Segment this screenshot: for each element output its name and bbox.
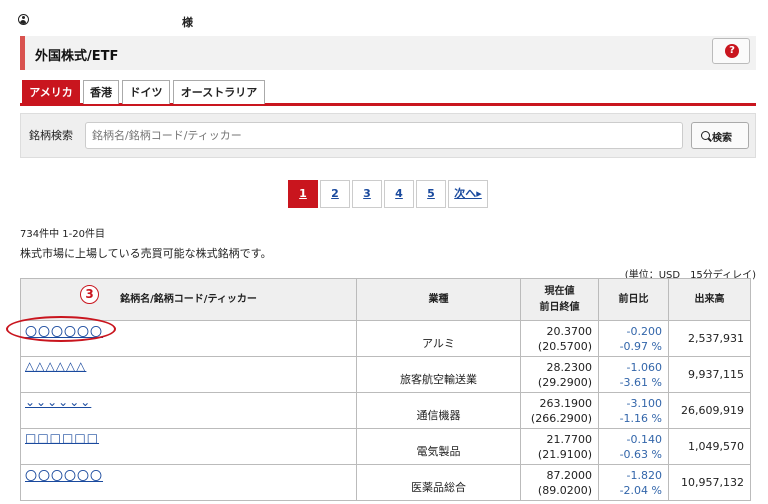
current-price: 87.2000 <box>546 468 593 482</box>
industry-cell: 通信機器 <box>356 392 521 429</box>
change-value: -0.200 <box>626 324 662 338</box>
header-price-current: 現在値 <box>544 285 575 297</box>
stock-link[interactable]: ⌄⌄⌄⌄⌄⌄ <box>25 395 91 409</box>
tab-hongkong[interactable]: 香港 <box>83 80 119 104</box>
stock-name-cell: 〇〇〇〇〇〇 <box>20 464 357 501</box>
result-count: 734件中 1-20件目 <box>20 229 105 240</box>
volume-cell: 10,957,132 <box>668 464 751 501</box>
stock-name-cell: ⌄⌄⌄⌄⌄⌄ <box>20 392 357 429</box>
market-tabs: アメリカ 香港 ドイツ オーストラリア <box>20 80 756 106</box>
table-row: △△△△△△ 旅客航空輸送業 28.2300 (29.2900) -1.060 -3… <box>20 356 751 393</box>
annotation-marker: 3 <box>80 285 99 304</box>
table-header-row: 銘柄名/銘柄コード/ティッカー 業種 現在値 前日終値 前日比 出来高 <box>20 278 751 321</box>
page-2-button[interactable]: 2 <box>320 180 350 208</box>
change-cell: -1.060 -3.61 % <box>598 356 669 393</box>
price-cell: 263.1900 (266.2900) <box>520 392 599 429</box>
header-change: 前日比 <box>598 278 669 321</box>
search-button[interactable]: 検索 <box>691 122 749 149</box>
header-price-prev: 前日終値 <box>539 301 580 313</box>
page-title: 外国株式/ETF <box>35 49 119 64</box>
page-5-button[interactable]: 5 <box>416 180 446 208</box>
change-value: -0.140 <box>626 432 662 446</box>
previous-close: (21.9100) <box>537 447 592 461</box>
search-input[interactable] <box>85 122 683 149</box>
previous-close: (89.0200) <box>537 483 592 497</box>
change-cell: -0.140 -0.63 % <box>598 428 669 465</box>
user-icon <box>18 14 29 25</box>
volume-cell: 1,049,570 <box>668 428 751 465</box>
header-price: 現在値 前日終値 <box>520 278 599 321</box>
help-button[interactable]: ? <box>712 38 750 64</box>
stock-name-cell: △△△△△△ <box>20 356 357 393</box>
tab-america[interactable]: アメリカ <box>22 80 80 104</box>
change-percent: -0.63 % <box>619 447 662 461</box>
previous-close: (266.2900) <box>530 411 592 425</box>
industry-cell: 電気製品 <box>356 428 521 465</box>
current-price: 20.3700 <box>546 324 593 338</box>
table-row: ⌄⌄⌄⌄⌄⌄ 通信機器 263.1900 (266.2900) -3.100 -1.… <box>20 392 751 429</box>
help-icon: ? <box>725 44 739 58</box>
current-price: 28.2300 <box>546 360 593 374</box>
current-price: 21.7700 <box>546 432 593 446</box>
annotation-highlight-oval <box>6 316 116 342</box>
page-3-button[interactable]: 3 <box>352 180 382 208</box>
tab-germany[interactable]: ドイツ <box>122 80 170 104</box>
change-cell: -3.100 -1.16 % <box>598 392 669 429</box>
result-description: 株式市場に上場している売買可能な株式銘柄です。 <box>20 247 272 260</box>
stock-link[interactable]: 〇〇〇〇〇〇 <box>25 469 103 483</box>
volume-cell: 26,609,919 <box>668 392 751 429</box>
previous-close: (29.2900) <box>537 375 592 389</box>
user-suffix: 様 <box>182 16 193 29</box>
table-row: 〇〇〇〇〇〇 医薬品総合 87.2000 (89.0200) -1.820 -2.0… <box>20 464 751 501</box>
industry-cell: 旅客航空輸送業 <box>356 356 521 393</box>
header-volume: 出来高 <box>668 278 751 321</box>
change-value: -1.060 <box>626 360 662 374</box>
change-percent: -1.16 % <box>619 411 662 425</box>
tab-australia[interactable]: オーストラリア <box>173 80 265 104</box>
volume-cell: 9,937,115 <box>668 356 751 393</box>
change-cell: -0.200 -0.97 % <box>598 320 669 357</box>
industry-cell: アルミ <box>356 320 521 357</box>
table-row: 〇〇〇〇〇〇 アルミ 20.3700 (20.5700) -0.200 -0.97 … <box>20 320 751 357</box>
industry-cell: 医薬品総合 <box>356 464 521 501</box>
change-value: -1.820 <box>626 468 662 482</box>
search-button-label: 検索 <box>712 133 732 144</box>
page-1-button[interactable]: 1 <box>288 180 318 208</box>
search-icon <box>701 131 710 140</box>
change-value: -3.100 <box>626 396 662 410</box>
header-industry: 業種 <box>356 278 521 321</box>
next-page-button[interactable]: 次へ▸ <box>448 180 488 208</box>
price-cell: 87.2000 (89.0200) <box>520 464 599 501</box>
stock-link[interactable]: □□□□□□ <box>25 431 99 445</box>
header-name: 銘柄名/銘柄コード/ティッカー <box>20 278 357 321</box>
page-header: 外国株式/ETF ? <box>20 36 756 70</box>
stock-table: 銘柄名/銘柄コード/ティッカー 業種 現在値 前日終値 前日比 出来高 〇〇〇〇… <box>20 278 751 501</box>
price-cell: 28.2300 (29.2900) <box>520 356 599 393</box>
user-row: 様 <box>14 12 314 29</box>
search-label: 銘柄検索 <box>29 129 73 142</box>
price-cell: 20.3700 (20.5700) <box>520 320 599 357</box>
stock-link[interactable]: △△△△△△ <box>25 359 86 373</box>
change-percent: -3.61 % <box>619 375 662 389</box>
search-panel: 銘柄検索 検索 <box>20 113 756 158</box>
change-cell: -1.820 -2.04 % <box>598 464 669 501</box>
stock-name-cell: □□□□□□ <box>20 428 357 465</box>
change-percent: -2.04 % <box>619 483 662 497</box>
current-price: 263.1900 <box>539 396 593 410</box>
page-4-button[interactable]: 4 <box>384 180 414 208</box>
change-percent: -0.97 % <box>619 339 662 353</box>
price-cell: 21.7700 (21.9100) <box>520 428 599 465</box>
volume-cell: 2,537,931 <box>668 320 751 357</box>
previous-close: (20.5700) <box>537 339 592 353</box>
table-row: □□□□□□ 電気製品 21.7700 (21.9100) -0.140 -0.63… <box>20 428 751 465</box>
